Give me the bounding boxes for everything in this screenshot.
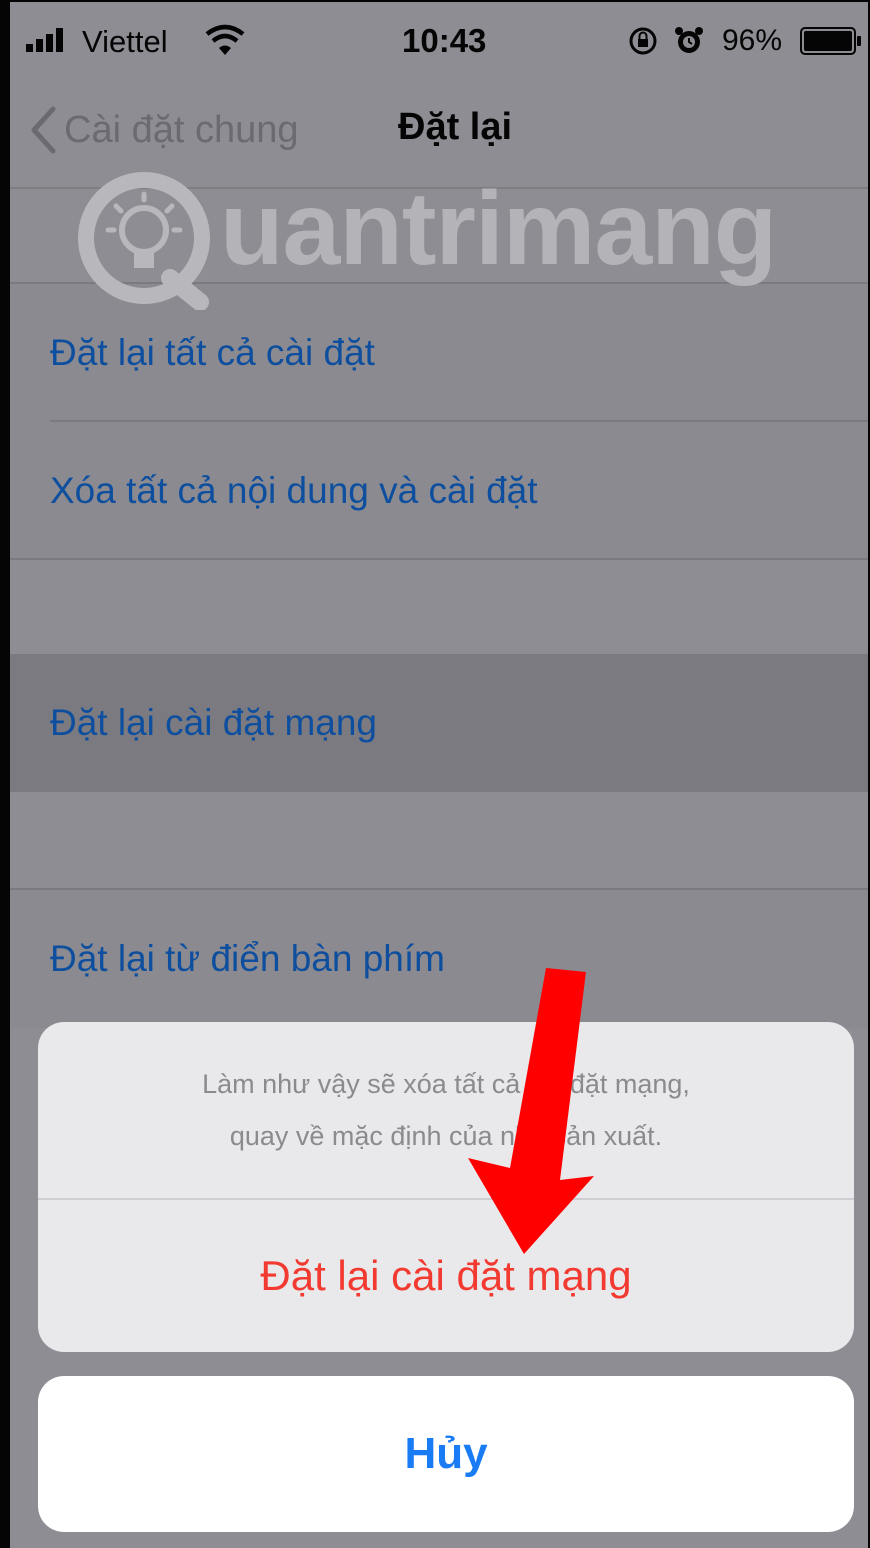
battery-percentage: 96% [722, 24, 783, 57]
row-label: Xóa tất cả nội dung và cài đặt [50, 470, 538, 511]
reset-keyboard-dictionary-row[interactable]: Đặt lại từ điển bàn phím [10, 890, 868, 1028]
page-title: Đặt lại [398, 106, 513, 148]
reset-network-settings-row[interactable]: Đặt lại cài đặt mạng [10, 654, 868, 792]
row-label: Đặt lại cài đặt mạng [50, 702, 378, 743]
status-time: 10:43 [402, 22, 487, 59]
wifi-icon [205, 24, 245, 55]
cancel-button[interactable]: Hủy [38, 1376, 854, 1532]
row-label: Đặt lại từ điển bàn phím [50, 938, 445, 979]
arrow-down-icon [468, 968, 594, 1254]
status-bar: Viettel 10:43 96% [10, 2, 868, 82]
back-label: Cài đặt chung [64, 108, 299, 151]
settings-screen: Viettel 10:43 96% Cài đặt chung Đặt lại … [0, 0, 870, 1548]
navigation-bar: Cài đặt chung Đặt lại [10, 82, 868, 189]
reset-network-confirm-button[interactable]: Đặt lại cài đặt mạng [38, 1200, 854, 1352]
erase-all-content-row[interactable]: Xóa tất cả nội dung và cài đặt [10, 422, 868, 560]
signal-icon [26, 28, 63, 52]
reset-group-1: Đặt lại tất cả cài đặt Xóa tất cả nội du… [10, 282, 868, 560]
carrier-name: Viettel [82, 24, 168, 59]
chevron-left-icon [31, 106, 56, 154]
reset-all-settings-row[interactable]: Đặt lại tất cả cài đặt [10, 284, 868, 422]
reset-group-2: Đặt lại cài đặt mạng [10, 654, 868, 792]
battery-icon [800, 27, 861, 55]
message-line: Làm như vậy sẽ xóa tất cả cài đặt mạng, [202, 1069, 690, 1099]
row-label: Đặt lại tất cả cài đặt [50, 332, 375, 373]
lock-rotation-icon [629, 27, 657, 55]
back-button[interactable]: Cài đặt chung [30, 100, 299, 160]
group-divider [10, 558, 868, 560]
action-sheet: Làm như vậy sẽ xóa tất cả cài đặt mạng, … [38, 1022, 854, 1352]
nav-divider [10, 187, 868, 189]
reset-group-3: Đặt lại từ điển bàn phím [10, 888, 868, 1028]
action-sheet-message: Làm như vậy sẽ xóa tất cả cài đặt mạng, … [38, 1022, 854, 1198]
alarm-icon [675, 27, 703, 53]
